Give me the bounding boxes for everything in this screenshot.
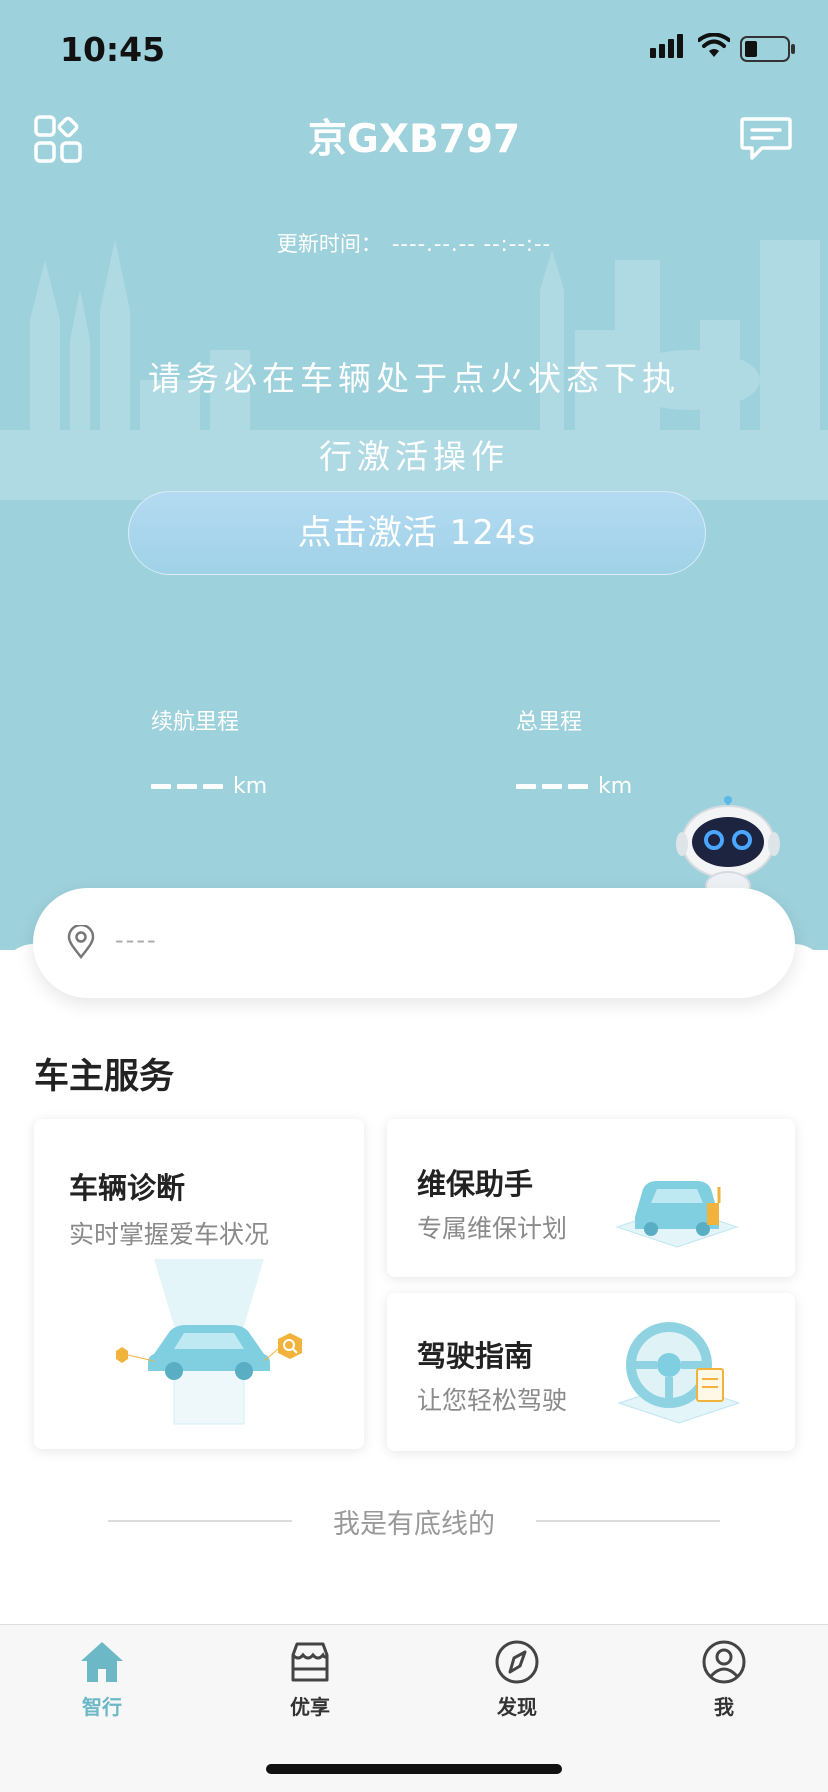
cellular-signal-icon [650,34,683,58]
driving-guide-card[interactable]: 驾驶指南 让您轻松驾驶 [387,1293,795,1451]
update-time-value: ----.--.-- --:--:-- [391,232,552,256]
status-bar: 10:45 [0,0,828,100]
status-time: 10:45 [60,30,166,69]
compass-icon [495,1640,539,1684]
tab-smart-travel[interactable]: 智行 [42,1639,162,1720]
end-of-list-divider: 我是有底线的 [0,1500,828,1540]
steering-wheel-illustration [617,1322,741,1424]
total-mileage-placeholder [516,784,588,789]
tab-label: 发现 [497,1695,537,1719]
tab-label: 优享 [290,1695,330,1719]
notice-line-2: 行激活操作 [319,437,509,476]
driving-guide-subtitle: 让您轻松驾驶 [417,1386,568,1415]
store-icon [291,1642,329,1682]
range-stat: 续航里程 km [151,704,267,799]
notice-line-1: 请务必在车辆处于点火状态下执 [148,359,680,398]
range-placeholder [151,784,223,789]
total-mileage-stat: 总里程 km [516,704,632,799]
location-text: ---- [115,926,158,954]
home-icon [81,1642,123,1682]
maintenance-assistant-card[interactable]: 维保助手 专属维保计划 [387,1119,795,1277]
location-pin-icon [67,925,95,959]
update-time-label: 更新时间： [276,232,382,256]
maintenance-assistant-subtitle: 专属维保计划 [417,1214,568,1243]
car-maintenance-illustration [615,1181,739,1248]
divider-line-right [536,1520,720,1522]
battery-icon [740,36,795,62]
robot-assistant-icon[interactable] [676,796,786,902]
tab-deals[interactable]: 优享 [250,1639,370,1720]
car-diagnosis-illustration [116,1259,302,1425]
total-mileage-unit: km [598,774,633,799]
location-bar[interactable]: ---- [33,888,795,998]
vehicle-plate-title: 京GXB797 [307,117,521,162]
user-icon [702,1640,746,1684]
tab-label: 智行 [82,1695,122,1719]
range-label: 续航里程 [151,710,240,735]
range-value: km [151,774,267,799]
driving-guide-title: 驾驶指南 [417,1339,534,1373]
top-header: 京GXB797 [0,110,828,170]
activate-button[interactable]: 点击激活 124s [128,491,706,575]
vehicle-diagnosis-title: 车辆诊断 [69,1171,186,1205]
activation-notice: 请务必在车辆处于点火状态下执 行激活操作 [120,340,708,496]
wifi-icon [698,33,730,57]
vehicle-diagnosis-subtitle: 实时掌握爱车状况 [69,1220,270,1249]
total-mileage-value: km [516,774,632,799]
vehicle-diagnosis-card[interactable]: 车辆诊断 实时掌握爱车状况 [34,1119,364,1449]
update-time: 更新时间： ----.--.-- --:--:-- [0,228,828,258]
tab-label: 我 [714,1695,734,1719]
home-indicator [266,1764,562,1774]
screen: 10:45 京GXB797 更新时间： ----.--.-- --:--:-- … [0,0,828,1792]
range-unit: km [233,774,268,799]
tab-me[interactable]: 我 [664,1639,784,1720]
message-icon[interactable] [740,116,792,162]
maintenance-assistant-title: 维保助手 [417,1167,534,1201]
owner-services-title: 车主服务 [34,1057,175,1097]
total-mileage-label: 总里程 [516,710,583,735]
tab-discover[interactable]: 发现 [457,1639,577,1720]
